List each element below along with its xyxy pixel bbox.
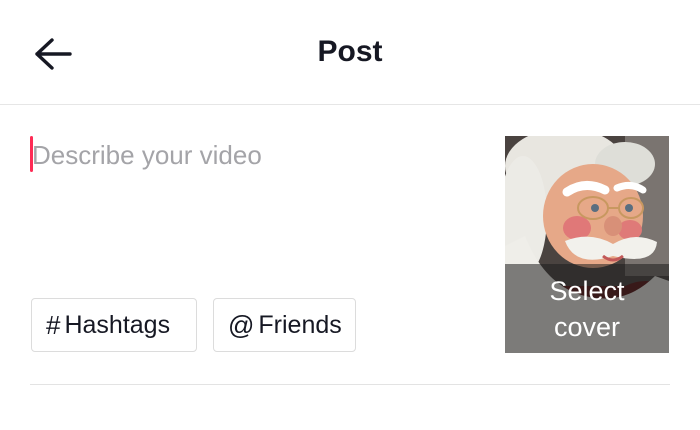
hashtag-icon: #: [46, 309, 61, 340]
description-input[interactable]: [30, 132, 470, 282]
divider: [30, 384, 670, 385]
hashtags-button[interactable]: # Hashtags: [31, 298, 197, 352]
friends-button[interactable]: @ Friends: [213, 298, 356, 352]
friends-label: Friends: [258, 310, 342, 339]
select-cover-button[interactable]: Select cover: [505, 136, 669, 353]
hashtags-label: Hashtags: [64, 310, 171, 339]
top-bar: Post: [0, 0, 700, 105]
description-area: [30, 132, 470, 282]
page-title: Post: [317, 35, 383, 68]
select-cover-label: Select cover: [549, 275, 625, 342]
mention-icon: @: [228, 309, 255, 340]
cover-overlay: Select cover: [505, 264, 669, 353]
